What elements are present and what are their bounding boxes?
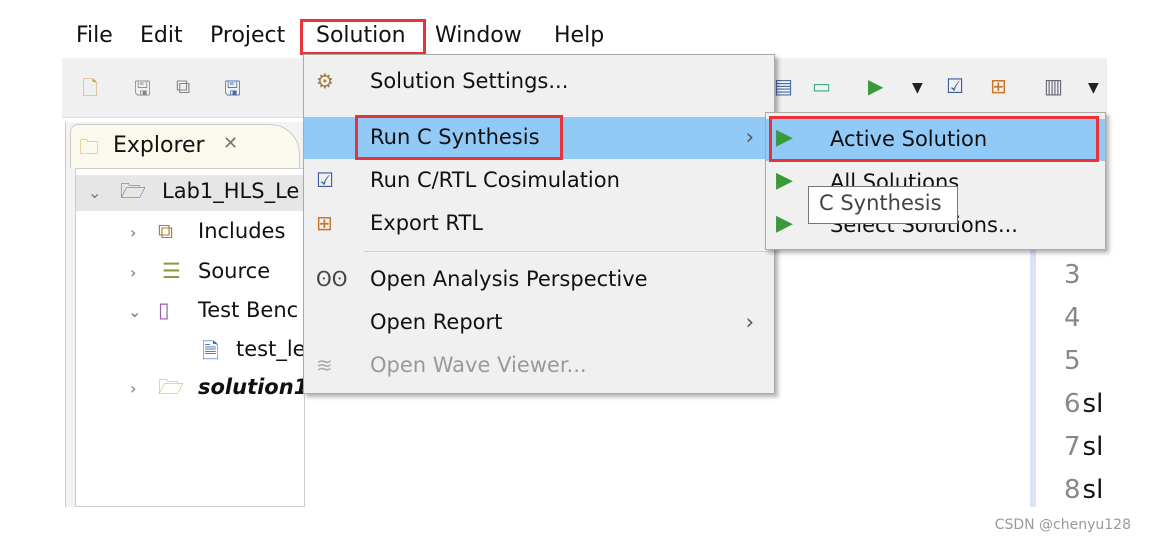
menu-window[interactable]: Window [429, 21, 528, 50]
chevron-right-icon[interactable]: › [130, 379, 136, 398]
source-icon: ☰ [162, 259, 181, 283]
menu-item-open-wave-viewer[interactable]: ≋ Open Wave Viewer... [304, 345, 774, 387]
save-all-icon[interactable]: ⧉ [176, 74, 190, 98]
run-icon: ▶ [776, 211, 793, 236]
run-dropdown-icon[interactable]: ▼ [912, 80, 923, 96]
tooltip: C Synthesis [808, 186, 958, 224]
editor-line: 6sl [1064, 389, 1104, 419]
run-icon: ▶ [776, 168, 793, 193]
menu-item-label: Open Analysis Perspective [370, 267, 648, 291]
chevron-right-icon: › [745, 125, 754, 149]
project-folder-icon: 🗁 [120, 179, 147, 203]
tree-label: test_le [236, 337, 306, 361]
chevron-right-icon: › [745, 310, 754, 334]
wave-icon: ≋ [316, 353, 333, 377]
menu-item-label: Run C/RTL Cosimulation [370, 168, 620, 192]
menu-item-open-report[interactable]: Open Report › [304, 302, 774, 344]
run-window-icon[interactable]: ▭ [812, 74, 831, 98]
c-file-icon: 🗎 [202, 339, 219, 363]
editor-line: 8sl [1064, 475, 1104, 505]
editor-line: 7sl [1064, 432, 1104, 462]
editor-line: 3 [1064, 260, 1081, 290]
chevron-down-icon[interactable]: ⌄ [128, 302, 141, 321]
console-icon[interactable]: ▤ [774, 74, 793, 98]
tree-item-includes[interactable]: › ⧉ Includes [76, 215, 304, 251]
tab-explorer[interactable]: 🗀 Explorer ✕ [70, 124, 300, 168]
tree-item-test-file[interactable]: 🗎 test_le [76, 333, 306, 369]
project-tree: ⌄ 🗁 Lab1_HLS_Le › ⧉ Includes › ☰ Source … [75, 168, 308, 507]
menu-help[interactable]: Help [548, 21, 610, 50]
menu-bar: File Edit Project Solution Window Help [62, 15, 1107, 59]
annotation-box-run-c-synthesis [355, 115, 563, 160]
export-rtl-icon[interactable]: ⊞ [990, 74, 1007, 98]
tree-item-testbench[interactable]: ⌄ ▯ Test Benc [76, 294, 304, 330]
menu-file[interactable]: File [70, 21, 119, 50]
save-as-icon[interactable]: 🖫 [224, 74, 241, 108]
new-file-icon[interactable]: 🗋 [82, 74, 98, 108]
tree-label: Includes [198, 219, 286, 243]
chevron-right-icon[interactable]: › [130, 223, 136, 242]
watermark: CSDN @chenyu128 [994, 517, 1131, 533]
tab-label: Explorer [113, 133, 205, 158]
menu-item-label: Export RTL [370, 211, 484, 235]
annotation-box-active-solution [769, 116, 1099, 162]
chevron-right-icon[interactable]: › [130, 263, 136, 282]
tree-item-project[interactable]: ⌄ 🗁 Lab1_HLS_Le [76, 175, 304, 211]
tree-item-source[interactable]: › ☰ Source [76, 255, 304, 291]
explorer-icon: 🗀 [79, 135, 99, 159]
editor-line: 4 [1064, 303, 1081, 333]
menu-item-solution-settings[interactable]: ⚙ Solution Settings... [304, 61, 774, 103]
solution-folder-icon: 🗁 [158, 375, 185, 399]
menu-item-label: Solution Settings... [370, 69, 569, 93]
code-editor[interactable]: 3 4 5 6sl 7sl 8sl [1030, 250, 1106, 507]
menu-item-label: Open Wave Viewer... [370, 353, 587, 377]
save-icon[interactable]: 🖫 [134, 74, 151, 108]
includes-icon: ⧉ [158, 219, 173, 243]
tree-item-solution1[interactable]: › 🗁 solution1 [76, 371, 308, 407]
solution-menu: ⚙ Solution Settings... Run C Synthesis ›… [303, 54, 775, 394]
menu-project[interactable]: Project [204, 21, 291, 50]
cosim-check-icon[interactable]: ☑ [946, 74, 964, 98]
export-rtl-icon: ⊞ [316, 211, 333, 235]
menu-item-open-analysis-perspective[interactable]: ʘʘ Open Analysis Perspective [304, 259, 774, 301]
menu-item-export-rtl[interactable]: ⊞ Export RTL [304, 203, 774, 245]
settings-icon: ⚙ [316, 69, 334, 93]
testbench-icon: ▯ [158, 298, 170, 322]
editor-line: 5 [1064, 346, 1081, 376]
menu-separator [364, 251, 769, 252]
report-icon[interactable]: ▥ [1044, 74, 1063, 98]
chevron-down-icon[interactable]: ⌄ [88, 183, 101, 202]
menu-item-label: Open Report [370, 310, 503, 334]
report-dropdown-icon[interactable]: ▼ [1088, 80, 1099, 96]
tree-label: Lab1_HLS_Le [162, 179, 300, 203]
menu-item-run-cosimulation[interactable]: ☑ Run C/RTL Cosimulation [304, 160, 774, 202]
glasses-icon: ʘʘ [316, 267, 348, 291]
checkbox-icon: ☑ [316, 168, 334, 192]
run-icon[interactable]: ▶ [868, 74, 883, 98]
tree-label: Source [198, 259, 271, 283]
tree-label: solution1 [198, 375, 309, 399]
tree-label: Test Benc [198, 298, 299, 322]
annotation-box-solution [300, 19, 426, 55]
menu-edit[interactable]: Edit [134, 21, 189, 50]
close-icon[interactable]: ✕ [223, 133, 238, 154]
